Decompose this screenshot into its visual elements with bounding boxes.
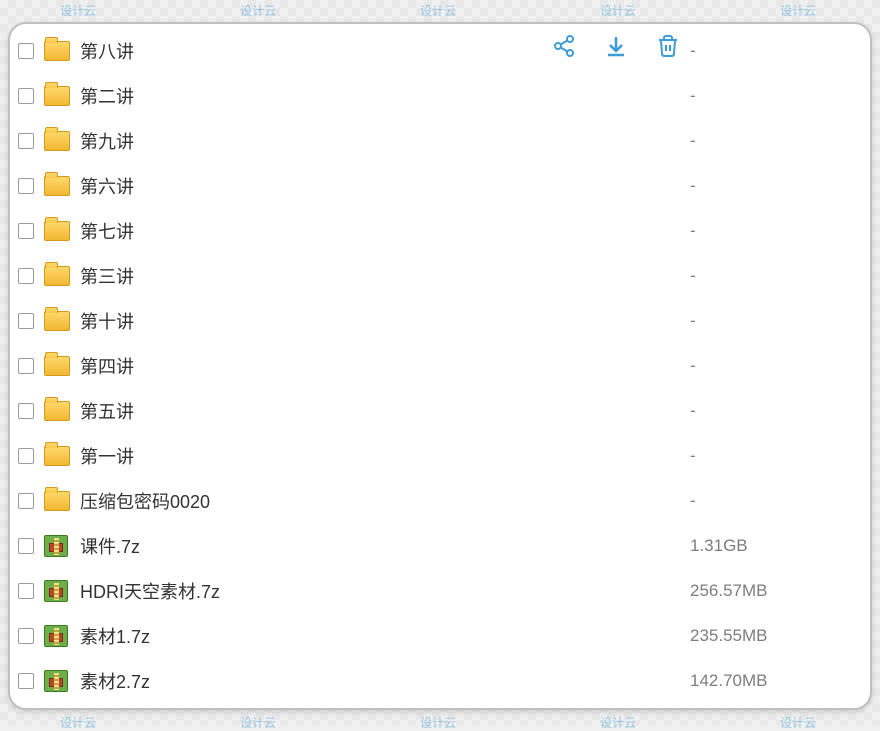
folder-icon	[44, 309, 72, 333]
row-checkbox[interactable]	[18, 628, 34, 644]
row-checkbox[interactable]	[18, 133, 34, 149]
list-item[interactable]: 第五讲 -	[10, 388, 870, 433]
row-checkbox[interactable]	[18, 223, 34, 239]
file-name[interactable]: HDRI天空素材.7z	[80, 578, 690, 604]
file-size: -	[690, 401, 850, 421]
list-item[interactable]: 第九讲 -	[10, 118, 870, 163]
file-list-panel: 第八讲 - 第二讲 - 第九讲 - 第六讲 - 第七讲 -	[8, 22, 872, 710]
archive-icon	[44, 579, 72, 603]
row-checkbox[interactable]	[18, 403, 34, 419]
row-checkbox[interactable]	[18, 583, 34, 599]
row-checkbox[interactable]	[18, 538, 34, 554]
download-icon[interactable]	[604, 34, 628, 58]
row-checkbox[interactable]	[18, 43, 34, 59]
row-checkbox[interactable]	[18, 313, 34, 329]
file-name[interactable]: 课件.7z	[80, 533, 690, 559]
file-size: 1.31GB	[690, 536, 850, 556]
list-item[interactable]: 第一讲 -	[10, 433, 870, 478]
row-checkbox[interactable]	[18, 88, 34, 104]
folder-icon	[44, 174, 72, 198]
archive-icon	[44, 669, 72, 693]
file-size: -	[690, 176, 850, 196]
file-name[interactable]: 第六讲	[80, 173, 690, 199]
archive-icon	[44, 534, 72, 558]
file-size: -	[690, 221, 850, 241]
folder-icon	[44, 264, 72, 288]
file-name[interactable]: 第四讲	[80, 353, 690, 379]
file-list: 第八讲 - 第二讲 - 第九讲 - 第六讲 - 第七讲 -	[10, 24, 870, 703]
folder-icon	[44, 219, 72, 243]
file-name[interactable]: 第三讲	[80, 263, 690, 289]
file-name[interactable]: 素材1.7z	[80, 623, 690, 649]
file-size: -	[690, 491, 850, 511]
file-size: -	[690, 356, 850, 376]
folder-icon	[44, 489, 72, 513]
delete-icon[interactable]	[656, 34, 680, 58]
list-item[interactable]: 课件.7z 1.31GB	[10, 523, 870, 568]
file-size: 235.55MB	[690, 626, 850, 646]
file-size: 142.70MB	[690, 671, 850, 691]
file-name[interactable]: 第九讲	[80, 128, 690, 154]
file-name[interactable]: 第七讲	[80, 218, 690, 244]
share-icon[interactable]	[552, 34, 576, 58]
list-item[interactable]: 压缩包密码0020 -	[10, 478, 870, 523]
list-item[interactable]: 第二讲 -	[10, 73, 870, 118]
file-name[interactable]: 第一讲	[80, 443, 690, 469]
row-checkbox[interactable]	[18, 178, 34, 194]
file-size: -	[690, 131, 850, 151]
folder-icon	[44, 84, 72, 108]
list-item[interactable]: 第三讲 -	[10, 253, 870, 298]
file-size: -	[690, 266, 850, 286]
list-item[interactable]: 第四讲 -	[10, 343, 870, 388]
file-name[interactable]: 第十讲	[80, 308, 690, 334]
file-size: 256.57MB	[690, 581, 850, 601]
list-item[interactable]: 第八讲 -	[10, 28, 870, 73]
file-size: -	[690, 41, 850, 61]
file-name[interactable]: 第二讲	[80, 83, 690, 109]
list-item[interactable]: 素材1.7z 235.55MB	[10, 613, 870, 658]
file-size: -	[690, 311, 850, 331]
file-size: -	[690, 86, 850, 106]
row-checkbox[interactable]	[18, 673, 34, 689]
list-item[interactable]: 第七讲 -	[10, 208, 870, 253]
folder-icon	[44, 39, 72, 63]
folder-icon	[44, 444, 72, 468]
folder-icon	[44, 354, 72, 378]
list-item[interactable]: HDRI天空素材.7z 256.57MB	[10, 568, 870, 613]
row-checkbox[interactable]	[18, 358, 34, 374]
folder-icon	[44, 129, 72, 153]
file-name[interactable]: 第五讲	[80, 398, 690, 424]
row-checkbox[interactable]	[18, 268, 34, 284]
file-name[interactable]: 压缩包密码0020	[80, 488, 690, 514]
file-name[interactable]: 素材2.7z	[80, 668, 690, 694]
list-item[interactable]: 第十讲 -	[10, 298, 870, 343]
row-action-toolbar	[552, 34, 680, 58]
folder-icon	[44, 399, 72, 423]
archive-icon	[44, 624, 72, 648]
row-checkbox[interactable]	[18, 448, 34, 464]
row-checkbox[interactable]	[18, 493, 34, 509]
list-item[interactable]: 素材2.7z 142.70MB	[10, 658, 870, 703]
list-item[interactable]: 第六讲 -	[10, 163, 870, 208]
file-size: -	[690, 446, 850, 466]
